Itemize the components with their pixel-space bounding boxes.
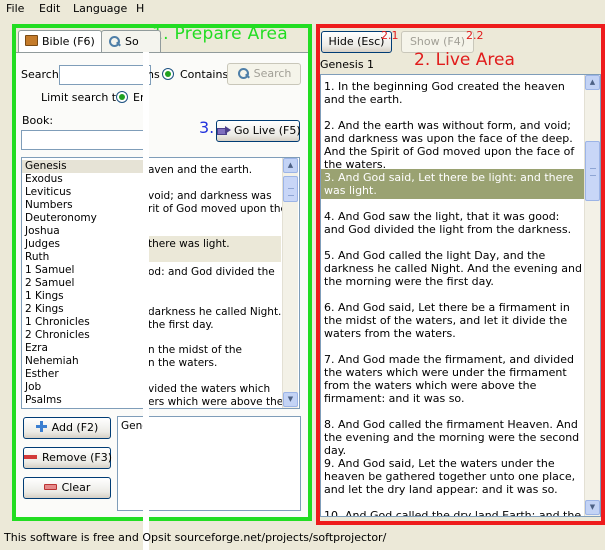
menu-language[interactable]: Language [73, 2, 127, 15]
tab-songs-label: So [125, 35, 139, 48]
status-text: This software is free and Op [4, 531, 159, 544]
tab-bible-label: Bible (F6) [42, 35, 95, 48]
menu-bar: File Edit Language H [0, 0, 605, 18]
menu-file[interactable]: File [6, 2, 24, 15]
prepare-area-highlight [12, 24, 312, 521]
status-bar: This software is free and Opsit sourcefo… [4, 531, 386, 544]
status-text-tail: sit sourceforge.net/projects/softproject… [158, 531, 387, 544]
live-area-highlight [316, 24, 605, 525]
book-icon [25, 35, 38, 46]
tab-bible[interactable]: Bible (F6) [18, 30, 102, 52]
songs-icon [108, 35, 122, 47]
menu-help[interactable]: H [136, 2, 144, 15]
separator [143, 30, 149, 550]
menu-edit[interactable]: Edit [39, 2, 60, 15]
prepare-area-title: 1. Prepare Area [152, 24, 288, 44]
tab-songs[interactable]: So [101, 30, 161, 52]
